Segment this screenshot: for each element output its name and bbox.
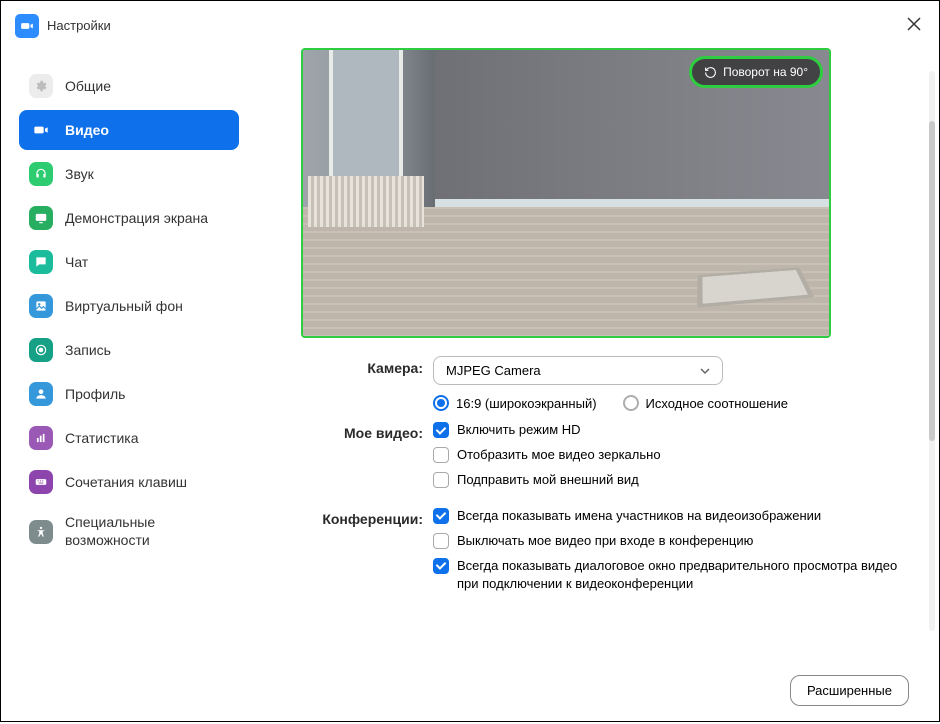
sidebar-item-label: Звук (65, 166, 94, 182)
accessibility-icon (29, 520, 53, 544)
sidebar-item-profile[interactable]: Профиль (19, 374, 239, 414)
sidebar: Общие Видео Звук Демонстрация экрана Чат… (1, 48, 253, 724)
preview-scene (303, 50, 829, 336)
sidebar-item-virtual-bg[interactable]: Виртуальный фон (19, 286, 239, 326)
sidebar-item-label: Чат (65, 254, 88, 270)
content-panel: Поворот на 90° Камера: MJPEG Camera 16:9… (253, 48, 939, 724)
share-screen-icon (29, 206, 53, 230)
aspect-16-9-radio[interactable]: 16:9 (широкоэкранный) (433, 395, 597, 411)
checkbox-label: Подправить мой внешний вид (457, 471, 639, 489)
sidebar-item-label: Профиль (65, 386, 125, 402)
main-area: Общие Видео Звук Демонстрация экрана Чат… (1, 48, 939, 724)
my-video-label: Мое видео: (283, 421, 423, 497)
sidebar-item-label: Статистика (65, 430, 139, 446)
window-title: Настройки (47, 18, 111, 33)
camera-select-value: MJPEG Camera (446, 363, 541, 378)
sidebar-item-label: Демонстрация экрана (65, 210, 208, 226)
settings-form: Камера: MJPEG Camera 16:9 (широкоэкранны… (283, 356, 909, 600)
rotate-label: Поворот на 90° (723, 65, 808, 79)
radio-label: 16:9 (широкоэкранный) (456, 396, 597, 411)
radio-label: Исходное соотношение (646, 396, 789, 411)
checkbox-label: Отобразить мое видео зеркально (457, 446, 661, 464)
rotate-icon (704, 66, 717, 79)
image-icon (29, 294, 53, 318)
checkbox-label: Всегда показывать диалоговое окно предва… (457, 557, 909, 593)
aspect-original-radio[interactable]: Исходное соотношение (623, 395, 789, 411)
sidebar-item-label: Видео (65, 122, 109, 138)
mute-video-on-join-checkbox[interactable]: Выключать мое видео при входе в конферен… (433, 532, 909, 550)
video-preview: Поворот на 90° (301, 48, 831, 338)
sidebar-item-audio[interactable]: Звук (19, 154, 239, 194)
stats-icon (29, 426, 53, 450)
sidebar-item-label: Виртуальный фон (65, 298, 183, 314)
chevron-down-icon (700, 366, 710, 376)
sidebar-item-label: Общие (65, 78, 111, 94)
advanced-button[interactable]: Расширенные (790, 675, 909, 706)
video-icon (29, 118, 53, 142)
show-names-checkbox[interactable]: Всегда показывать имена участников на ви… (433, 507, 909, 525)
headphones-icon (29, 162, 53, 186)
titlebar: Настройки (1, 1, 939, 48)
sidebar-item-share[interactable]: Демонстрация экрана (19, 198, 239, 238)
chat-icon (29, 250, 53, 274)
camera-label: Камера: (283, 356, 423, 411)
checkbox-label: Включить режим HD (457, 421, 581, 439)
sidebar-item-shortcuts[interactable]: Сочетания клавиш (19, 462, 239, 502)
keyboard-icon (29, 470, 53, 494)
checkbox-label: Выключать мое видео при входе в конферен… (457, 532, 753, 550)
checkbox-label: Всегда показывать имена участников на ви… (457, 507, 821, 525)
camera-select[interactable]: MJPEG Camera (433, 356, 723, 385)
sidebar-item-general[interactable]: Общие (19, 66, 239, 106)
sidebar-item-label: Специальные возможности (65, 514, 229, 549)
sidebar-item-accessibility[interactable]: Специальные возможности (19, 506, 239, 557)
close-icon (907, 17, 921, 31)
sidebar-item-chat[interactable]: Чат (19, 242, 239, 282)
scrollbar-thumb[interactable] (929, 121, 935, 441)
sidebar-item-label: Запись (65, 342, 111, 358)
rotate-90-button[interactable]: Поворот на 90° (689, 56, 823, 88)
gear-icon (29, 74, 53, 98)
mirror-video-checkbox[interactable]: Отобразить мое видео зеркально (433, 446, 909, 464)
conferences-label: Конференции: (283, 507, 423, 601)
close-button[interactable] (903, 11, 925, 40)
show-preview-dialog-checkbox[interactable]: Всегда показывать диалоговое окно предва… (433, 557, 909, 593)
app-icon (15, 14, 39, 38)
vertical-scrollbar[interactable] (929, 71, 935, 631)
enable-hd-checkbox[interactable]: Включить режим HD (433, 421, 909, 439)
sidebar-item-record[interactable]: Запись (19, 330, 239, 370)
touch-up-checkbox[interactable]: Подправить мой внешний вид (433, 471, 909, 489)
sidebar-item-label: Сочетания клавиш (65, 474, 187, 490)
zoom-icon (20, 19, 34, 33)
sidebar-item-stats[interactable]: Статистика (19, 418, 239, 458)
sidebar-item-video[interactable]: Видео (19, 110, 239, 150)
record-icon (29, 338, 53, 362)
person-icon (29, 382, 53, 406)
